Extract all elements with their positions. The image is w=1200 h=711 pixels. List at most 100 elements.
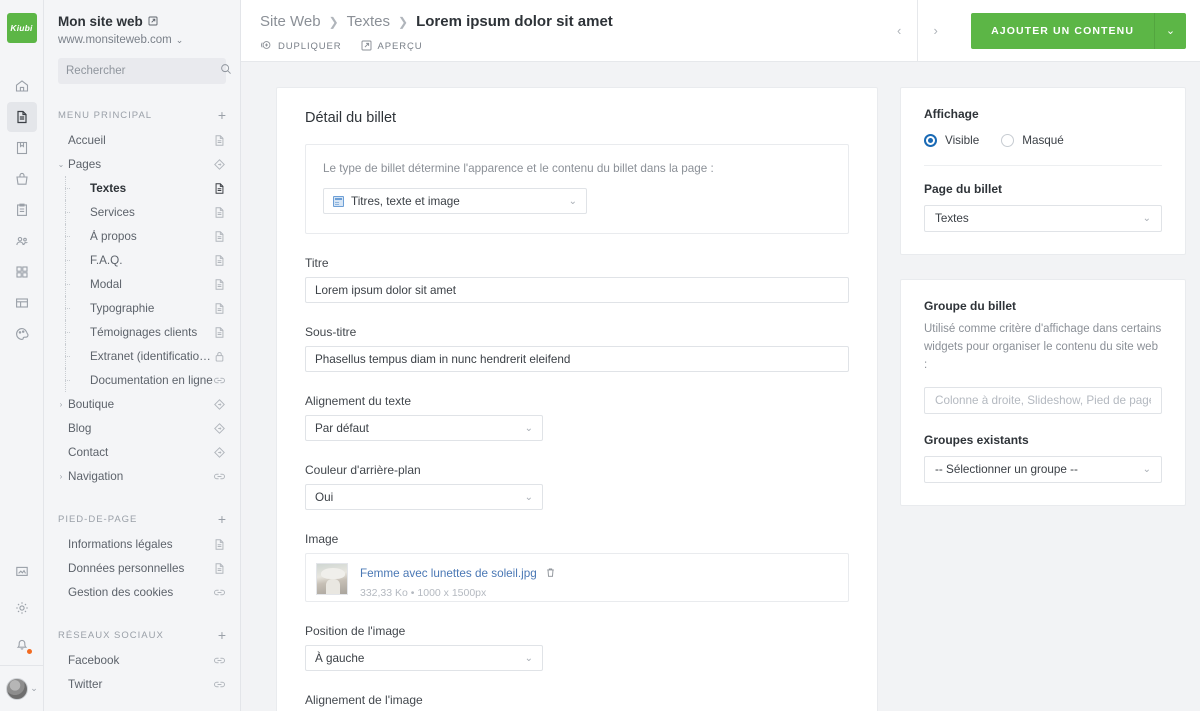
chevron-icon[interactable]: ⌄ <box>54 160 68 169</box>
display-radio-group: Visible Masqué <box>924 134 1162 147</box>
sidebar-section-header: PIED-DE-PAGE + <box>44 510 240 528</box>
link-icon <box>213 678 226 691</box>
external-link-icon[interactable] <box>148 14 158 29</box>
group-card: Groupe du billet Utilisé comme critère d… <box>900 279 1186 507</box>
orders-icon[interactable] <box>7 195 37 225</box>
sidebar-item-twitter[interactable]: Twitter <box>44 672 240 696</box>
screen-icon[interactable] <box>7 557 37 587</box>
trash-icon[interactable] <box>545 567 556 581</box>
radio-visible-label: Visible <box>945 134 980 147</box>
sidebar-item-t-moignages-clients[interactable]: Témoignages clients <box>44 320 240 344</box>
billet-type-value-wrap: Titres, texte et image <box>333 195 569 208</box>
chevron-down-icon: ⌄ <box>175 34 184 45</box>
shop-icon[interactable] <box>7 164 37 194</box>
field-label: Alignement de l'image <box>305 693 423 707</box>
sidebar-item-modal[interactable]: Modal <box>44 272 240 296</box>
page-actions: DUPLIQUER APERÇU <box>260 39 613 54</box>
breadcrumb-separator: ❯ <box>328 14 339 29</box>
sidebar-item-boutique[interactable]: › Boutique <box>44 392 240 416</box>
display-label: Affichage <box>924 107 979 121</box>
add-item-button[interactable]: + <box>218 628 226 642</box>
sidebar-item-contact[interactable]: Contact <box>44 440 240 464</box>
group-input-wrap[interactable] <box>924 387 1162 415</box>
breadcrumb-separator: ❯ <box>398 14 409 29</box>
chevron-down-icon: ⌄ <box>1142 213 1151 224</box>
sidebar-item-propos[interactable]: À propos <box>44 224 240 248</box>
duplicate-button[interactable]: DUPLIQUER <box>260 39 342 54</box>
radio-visible[interactable]: Visible <box>924 134 979 147</box>
existing-groups-select[interactable]: -- Sélectionner un groupe -- ⌄ <box>924 456 1162 484</box>
layout-icon[interactable] <box>7 288 37 318</box>
preview-button[interactable]: APERÇU <box>361 40 423 54</box>
radio-hidden-label: Masqué <box>1022 134 1064 147</box>
titre-input[interactable] <box>305 277 849 303</box>
page-icon <box>213 206 226 219</box>
sidebar-item-extranet-identification-r[interactable]: Extranet (identification r... <box>44 344 240 368</box>
select-value: À gauche <box>315 651 365 665</box>
breadcrumb-item[interactable]: Textes <box>347 13 390 30</box>
sidebar-item-informations-l-gales[interactable]: Informations légales <box>44 532 240 556</box>
sidebar-item-donn-es-personnelles[interactable]: Données personnelles <box>44 556 240 580</box>
user-menu[interactable]: ⌄ <box>0 665 44 711</box>
alignement-du-texte-select[interactable]: Par défaut ⌄ <box>305 415 543 441</box>
chevron-icon[interactable]: › <box>54 400 68 409</box>
media-library-icon[interactable] <box>7 133 37 163</box>
page-icon <box>213 302 226 315</box>
prev-button[interactable]: ‹ <box>881 0 917 61</box>
search-icon[interactable] <box>220 62 232 80</box>
next-button[interactable]: › <box>917 0 953 61</box>
add-content-button[interactable]: AJOUTER UN CONTENU ⌄ <box>971 12 1186 49</box>
search-input[interactable] <box>66 65 220 77</box>
gear-icon[interactable] <box>7 593 37 623</box>
chevron-icon[interactable]: › <box>54 472 68 481</box>
sidebar-item-label: Twitter <box>68 677 103 691</box>
sidebar-item-facebook[interactable]: Facebook <box>44 648 240 672</box>
add-content-label: AJOUTER UN CONTENU <box>991 24 1134 37</box>
file-name-link[interactable]: Femme avec lunettes de soleil.jpg <box>360 567 537 580</box>
sidebar-item-label: Textes <box>90 181 127 195</box>
sidebar-item-navigation[interactable]: › Navigation <box>44 464 240 488</box>
add-item-button[interactable]: + <box>218 108 226 122</box>
sidebar-item-gestion-des-cookies[interactable]: Gestion des cookies <box>44 580 240 604</box>
search-box[interactable] <box>58 58 231 84</box>
sidebar-item-blog[interactable]: Blog <box>44 416 240 440</box>
sidebar-item-services[interactable]: Services <box>44 200 240 224</box>
page-billet-label: Page du billet <box>924 182 1003 196</box>
site-title[interactable]: Mon site web <box>58 14 224 29</box>
customers-icon[interactable] <box>7 226 37 256</box>
breadcrumb-column: Site Web ❯ Textes ❯ Lorem ipsum dolor sit am… <box>260 0 613 54</box>
field-label: Position de l'image <box>305 624 406 638</box>
duplicate-icon <box>260 39 272 54</box>
home-icon[interactable] <box>7 71 37 101</box>
pages-icon[interactable] <box>6 102 37 132</box>
group-input[interactable] <box>935 394 1151 408</box>
site-url-dropdown[interactable]: www.monsiteweb.com ⌄ <box>58 34 224 46</box>
sous-titre-input[interactable] <box>305 346 849 372</box>
breadcrumb-item[interactable]: Site Web <box>260 13 321 30</box>
sidebar-item-accueil[interactable]: Accueil <box>44 128 240 152</box>
file-thumbnail[interactable] <box>316 563 348 595</box>
chevron-down-icon: ⌄ <box>524 652 533 664</box>
sidebar-item-typographie[interactable]: Typographie <box>44 296 240 320</box>
page-billet-select[interactable]: Textes ⌄ <box>924 205 1162 232</box>
diamond-icon <box>213 398 226 411</box>
add-item-button[interactable]: + <box>218 512 226 526</box>
chevron-down-icon: ⌄ <box>524 422 533 434</box>
chevron-down-icon: ⌄ <box>524 491 533 503</box>
sidebar-item-f-a-q[interactable]: F.A.Q. <box>44 248 240 272</box>
sidebar-item-label: Pages <box>68 157 102 171</box>
radio-hidden[interactable]: Masqué <box>1001 134 1064 147</box>
sidebar-item-textes[interactable]: Textes <box>44 176 240 200</box>
couleur-d-arri-re-plan-select[interactable]: Oui ⌄ <box>305 484 543 510</box>
sidebar-item-pages[interactable]: ⌄ Pages <box>44 152 240 176</box>
sidebar-item-documentation-en-ligne[interactable]: Documentation en ligne <box>44 368 240 392</box>
modules-icon[interactable] <box>7 257 37 287</box>
position-de-l-image-select[interactable]: À gauche ⌄ <box>305 645 543 671</box>
bell-icon[interactable] <box>7 629 37 659</box>
billet-type-select[interactable]: Titres, texte et image ⌄ <box>323 188 587 214</box>
kiubi-logo[interactable]: Kiubi <box>6 13 37 43</box>
chevron-down-icon[interactable]: ⌄ <box>1154 12 1186 49</box>
page-icon <box>213 230 226 243</box>
file-meta: Femme avec lunettes de soleil.jpg 332,33… <box>360 563 556 599</box>
design-icon[interactable] <box>7 319 37 349</box>
